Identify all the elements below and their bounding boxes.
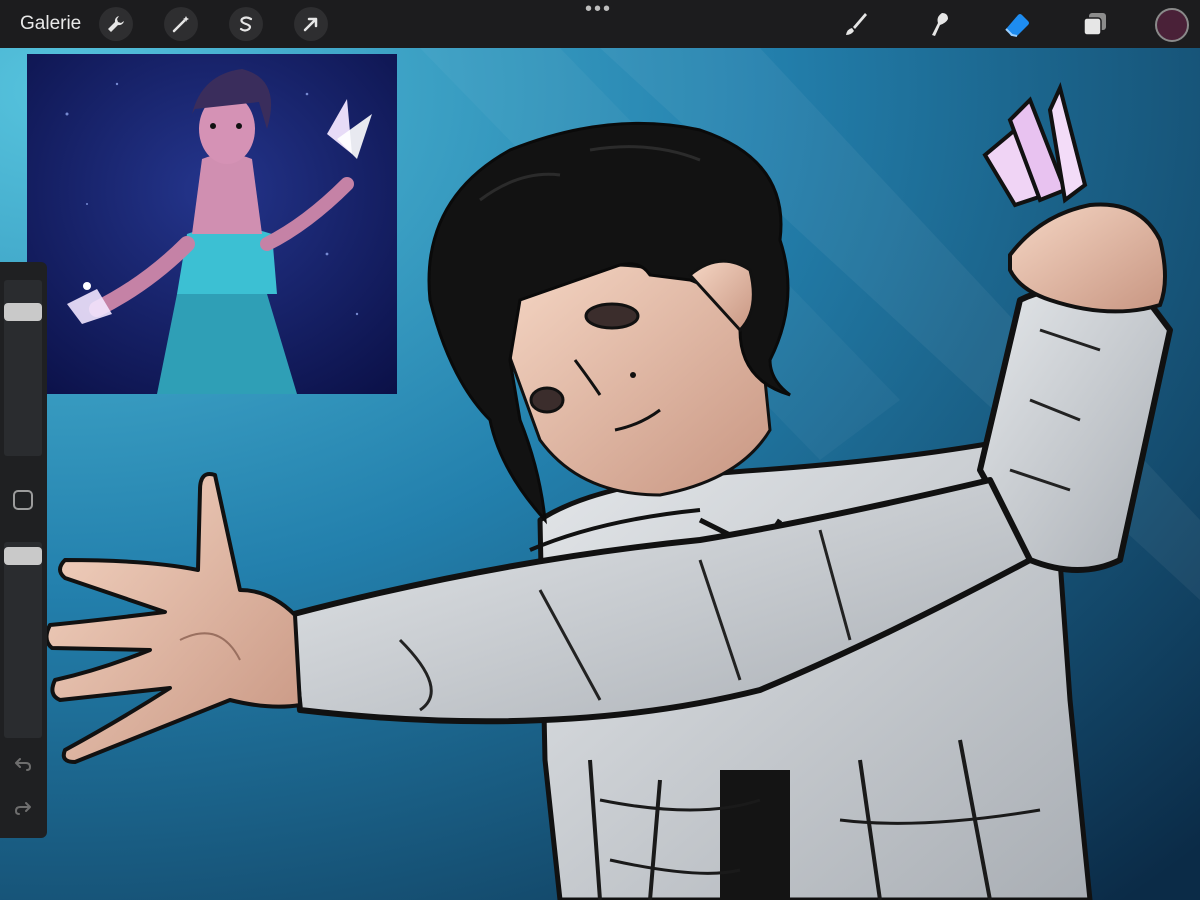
selection-s-icon — [240, 16, 253, 32]
adjustments-button[interactable] — [164, 7, 199, 41]
modify-button[interactable] — [13, 490, 33, 510]
wrench-icon — [108, 16, 125, 32]
brush-tool-button[interactable] — [839, 7, 873, 41]
selection-button[interactable] — [229, 7, 264, 41]
layers-button[interactable] — [1078, 7, 1112, 41]
layers-icon — [1083, 13, 1106, 36]
brush-icon — [846, 13, 867, 35]
left-eye — [584, 302, 640, 330]
undo-button[interactable] — [10, 751, 36, 777]
smudge-tool-button[interactable] — [922, 7, 956, 41]
redo-button[interactable] — [10, 795, 36, 821]
eraser-tool-button[interactable] — [1000, 7, 1034, 41]
opacity-slider[interactable] — [4, 542, 42, 738]
gallery-button[interactable]: Galerie — [20, 13, 81, 35]
smudge-icon — [932, 13, 948, 36]
actions-button[interactable] — [99, 7, 134, 41]
color-picker-button[interactable] — [1155, 8, 1189, 42]
more-options-button[interactable]: ••• — [585, 0, 612, 19]
undo-arrow-icon — [15, 758, 31, 771]
transform-button[interactable] — [294, 7, 329, 41]
brush-size-thumb[interactable] — [4, 303, 42, 321]
magic-wand-icon — [173, 16, 190, 33]
side-toolbar — [0, 262, 47, 838]
right-eye — [529, 386, 565, 414]
opacity-thumb[interactable] — [4, 547, 42, 565]
eraser-icon — [1005, 14, 1029, 37]
top-toolbar: Galerie ••• — [0, 0, 1200, 48]
redo-arrow-icon — [15, 802, 31, 815]
arrow-cursor-icon — [304, 17, 318, 32]
reference-image[interactable] — [27, 54, 397, 394]
